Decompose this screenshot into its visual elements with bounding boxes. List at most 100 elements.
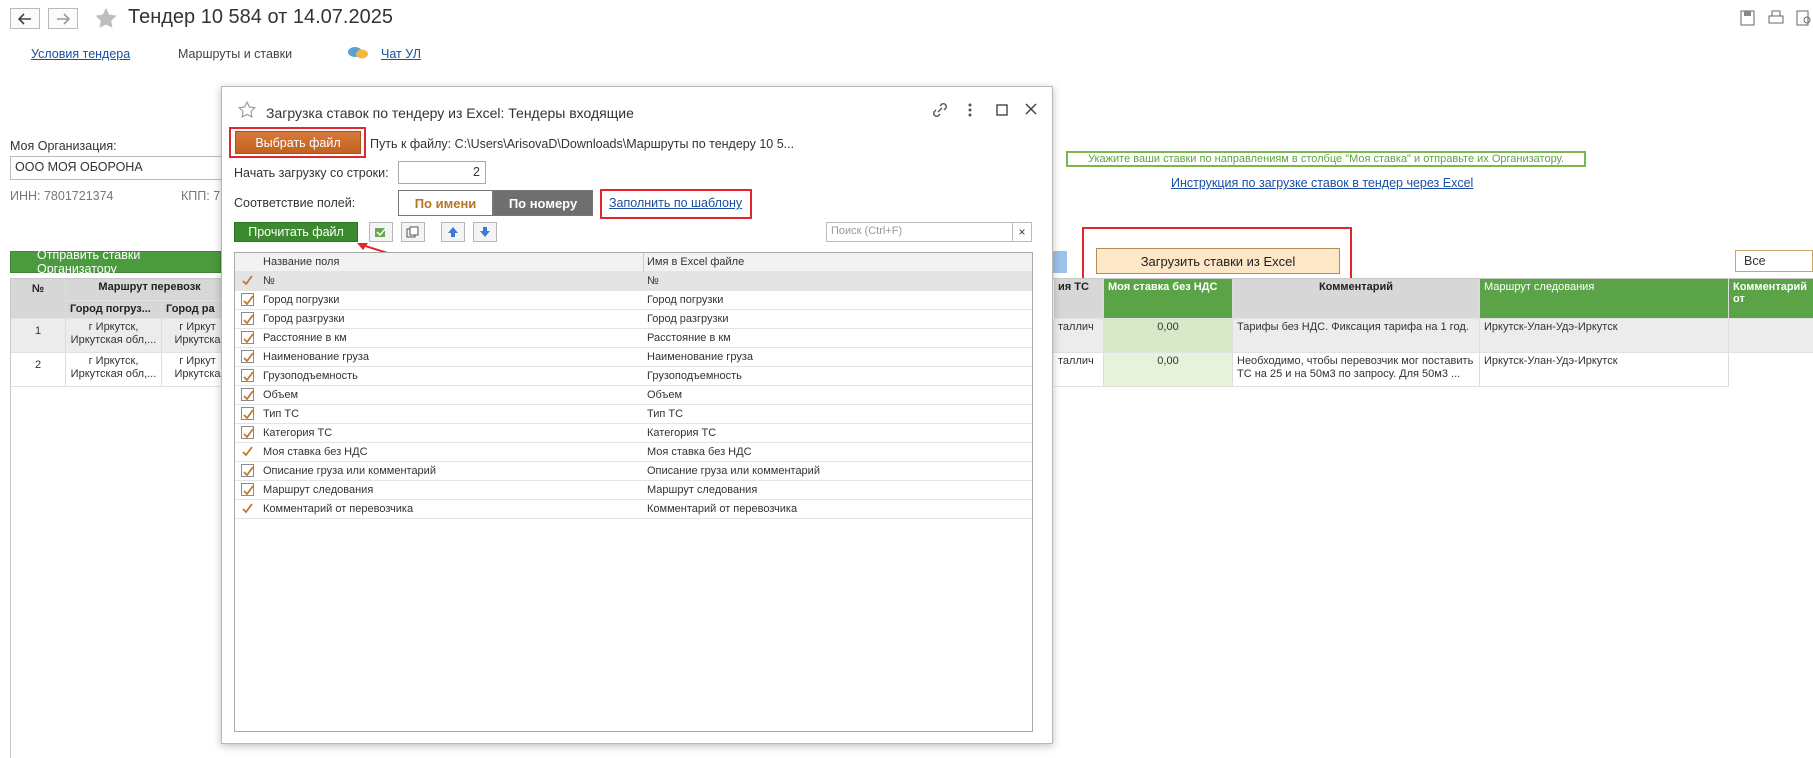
- by-name-toggle[interactable]: По имени: [398, 190, 493, 216]
- checkmark-icon: [243, 333, 254, 344]
- table-row[interactable]: Объем Объем: [235, 386, 1032, 405]
- load-excel-button[interactable]: Загрузить ставки из Excel: [1096, 248, 1340, 274]
- table-header: Название поля Имя в Excel файле: [235, 253, 1032, 272]
- close-icon[interactable]: [1024, 102, 1038, 116]
- field-name-cell: Объем: [263, 389, 299, 401]
- maximize-icon[interactable]: [995, 103, 1009, 117]
- read-file-button[interactable]: Прочитать файл: [234, 222, 358, 242]
- table-row[interactable]: Расстояние в км Расстояние в км: [235, 329, 1032, 348]
- excel-name-cell: Объем: [647, 389, 683, 401]
- field-name-cell: №: [263, 275, 275, 287]
- back-button[interactable]: [10, 8, 40, 29]
- favorite-star-icon[interactable]: [94, 7, 118, 29]
- row-checkbox[interactable]: [241, 350, 254, 363]
- link-icon[interactable]: [931, 101, 949, 119]
- move-down-button[interactable]: [473, 222, 497, 242]
- col-excel-header[interactable]: Имя в Excel файле: [647, 256, 744, 268]
- col-field-header[interactable]: Название поля: [263, 256, 339, 268]
- col-ts-header[interactable]: ия ТС: [1054, 279, 1104, 319]
- checkmark-icon: [242, 446, 253, 457]
- col-my-rate-header[interactable]: Моя ставка без НДС: [1104, 279, 1233, 319]
- row-checkbox[interactable]: [241, 312, 254, 325]
- print-icon[interactable]: [1767, 10, 1785, 26]
- save-icon[interactable]: [1739, 10, 1757, 26]
- arrow-up-icon: [448, 227, 458, 237]
- favorite-star-icon[interactable]: [238, 101, 256, 118]
- row-rate-cell[interactable]: 0,00: [1104, 353, 1233, 387]
- forward-button[interactable]: [48, 8, 78, 29]
- copy-button[interactable]: [401, 222, 425, 242]
- row-checkbox[interactable]: [241, 502, 254, 515]
- checkmark-icon: [243, 371, 254, 382]
- col-route-header[interactable]: Маршрут перевозк: [66, 279, 234, 301]
- excel-name-cell: Описание груза или комментарий: [647, 465, 820, 477]
- row-checkbox[interactable]: [241, 426, 254, 439]
- row-checkbox[interactable]: [241, 293, 254, 306]
- search-input[interactable]: Поиск (Ctrl+F): [826, 222, 1032, 242]
- instruction-link[interactable]: Инструкция по загрузке ставок в тендер ч…: [1171, 176, 1473, 190]
- row-load-cell: г Иркутск, Иркутская обл,...: [66, 353, 162, 387]
- move-up-button[interactable]: [441, 222, 465, 242]
- arrow-right-icon: [57, 12, 70, 25]
- row-load-cell: г Иркутск, Иркутская обл,...: [66, 319, 162, 353]
- field-name-cell: Город погрузки: [263, 294, 340, 306]
- by-number-toggle[interactable]: По номеру: [493, 190, 593, 216]
- checkmark-icon: [243, 295, 254, 306]
- inn-text: ИНН: 7801721374: [10, 189, 114, 203]
- row-checkbox[interactable]: [241, 331, 254, 344]
- table-row[interactable]: Комментарий от перевозчика Комментарий от…: [235, 500, 1032, 519]
- tab-routes-rates[interactable]: Маршруты и ставки: [178, 47, 292, 61]
- table-row[interactable]: Моя ставка без НДС Моя ставка без НДС: [235, 443, 1032, 462]
- fill-template-link[interactable]: Заполнить по шаблону: [609, 196, 742, 210]
- excel-name-cell: Город разгрузки: [647, 313, 729, 325]
- row-checkbox[interactable]: [241, 483, 254, 496]
- field-name-cell: Описание груза или комментарий: [263, 465, 436, 477]
- send-rates-button[interactable]: Отправить ставки Организатору: [10, 248, 221, 276]
- table-row[interactable]: Тип ТС Тип ТС: [235, 405, 1032, 424]
- row-checkbox[interactable]: [241, 445, 254, 458]
- row-checkbox[interactable]: [241, 407, 254, 420]
- row-num: 1: [11, 319, 66, 353]
- tab-conditions[interactable]: Условия тендера: [31, 47, 130, 61]
- dialog-title: Загрузка ставок по тендеру из Excel: Тен…: [266, 105, 634, 121]
- all-rates-button[interactable]: Все ставки: [1735, 250, 1813, 272]
- col-carrier-comment-header[interactable]: Комментарий от: [1729, 279, 1813, 319]
- row-rate-cell[interactable]: 0,00: [1104, 319, 1233, 353]
- checklist-icon: [375, 227, 387, 237]
- tab-chat[interactable]: Чат УЛ: [381, 47, 421, 61]
- col-load-header[interactable]: Город погруз...: [66, 301, 162, 319]
- row-ts-cell: таллич: [1054, 353, 1104, 387]
- table-row[interactable]: Категория ТС Категория ТС: [235, 424, 1032, 443]
- checkmark-icon: [243, 409, 254, 420]
- row-checkbox[interactable]: [241, 369, 254, 382]
- excel-name-cell: Категория ТС: [647, 427, 717, 439]
- excel-name-cell: Комментарий от перевозчика: [647, 503, 798, 515]
- choose-file-button[interactable]: Выбрать файл: [235, 131, 361, 154]
- table-row[interactable]: Грузоподъемность Грузоподъемность: [235, 367, 1032, 386]
- row-checkbox[interactable]: [241, 388, 254, 401]
- check-all-button[interactable]: [369, 222, 393, 242]
- col-comment-header[interactable]: Комментарий: [1233, 279, 1480, 319]
- row-ts-cell: таллич: [1054, 319, 1104, 353]
- checkmark-icon: [243, 352, 254, 363]
- table-row[interactable]: № №: [235, 272, 1032, 291]
- org-field[interactable]: ООО МОЯ ОБОРОНА: [10, 156, 225, 180]
- col-num-header[interactable]: №: [11, 279, 66, 319]
- table-row[interactable]: Описание груза или комментарий Описание г…: [235, 462, 1032, 481]
- table-row[interactable]: Город погрузки Город погрузки: [235, 291, 1032, 310]
- row-checkbox[interactable]: [241, 274, 254, 287]
- start-row-label: Начать загрузку со строки:: [234, 166, 389, 180]
- row-checkbox[interactable]: [241, 464, 254, 477]
- table-row[interactable]: Наименование груза Наименование груза: [235, 348, 1032, 367]
- preview-icon[interactable]: [1795, 10, 1813, 26]
- excel-name-cell: Расстояние в км: [647, 332, 731, 344]
- more-icon[interactable]: [967, 101, 973, 119]
- checkmark-icon: [242, 275, 253, 286]
- start-row-input[interactable]: 2: [398, 161, 486, 184]
- search-clear-button[interactable]: ×: [1012, 222, 1032, 242]
- table-row[interactable]: Город разгрузки Город разгрузки: [235, 310, 1032, 329]
- col-route-follow-header[interactable]: Маршрут следования: [1480, 279, 1729, 319]
- top-toolbar: [1739, 10, 1813, 26]
- table-row[interactable]: Маршрут следования Маршрут следования: [235, 481, 1032, 500]
- field-name-cell: Грузоподъемность: [263, 370, 358, 382]
